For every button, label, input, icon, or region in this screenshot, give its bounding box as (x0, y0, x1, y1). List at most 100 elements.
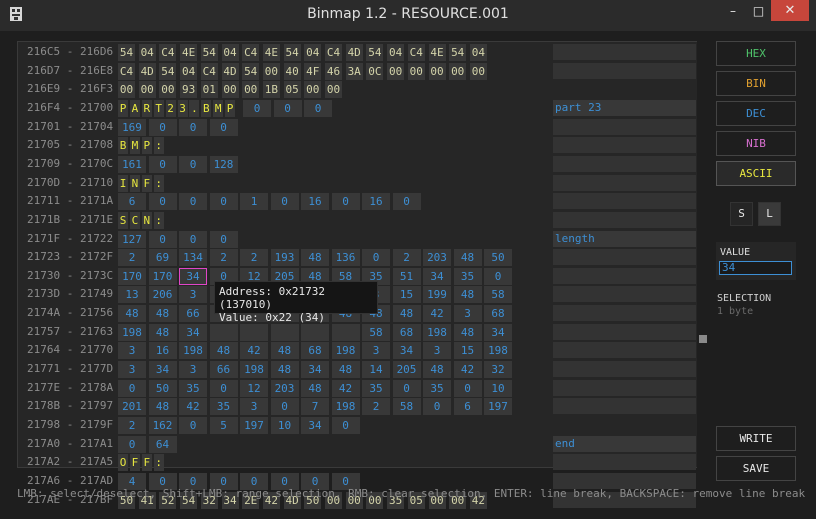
byte-cell[interactable]: 00 (262, 62, 280, 80)
byte-cell[interactable]: 46 (325, 62, 342, 80)
byte-cell[interactable]: B (118, 137, 128, 155)
byte-cell[interactable]: C (129, 211, 140, 229)
byte-cell[interactable]: 58 (362, 323, 390, 341)
byte-cell[interactable]: 3 (177, 99, 188, 117)
byte-cell[interactable]: 04 (221, 44, 239, 61)
byte-cell[interactable]: 15 (453, 342, 482, 360)
maximize-button[interactable]: □ (746, 0, 771, 21)
byte-cell[interactable]: 04 (387, 44, 405, 61)
byte-cell[interactable]: 35 (179, 379, 207, 397)
byte-cell[interactable]: 48 (453, 286, 482, 304)
byte-cell[interactable]: 48 (148, 323, 177, 341)
byte-cell[interactable]: 5 (209, 417, 238, 434)
byte-cell[interactable]: 00 (242, 81, 260, 99)
byte-cell[interactable]: 203 (270, 379, 299, 397)
bin-mode-button[interactable]: BIN (716, 71, 796, 96)
byte-cell[interactable]: B (201, 99, 212, 117)
byte-cell[interactable]: 0 (392, 379, 421, 397)
byte-cell[interactable]: 134 (179, 249, 207, 267)
byte-cell[interactable]: 42 (179, 398, 207, 416)
byte-cell[interactable]: 48 (453, 323, 482, 341)
byte-cell[interactable]: 48 (270, 342, 299, 360)
table-row[interactable]: 216F4 - 21700 P A R T 2 3. B M P 0 0 0 part 23 (18, 99, 699, 118)
byte-cell[interactable]: 3 (423, 342, 451, 360)
byte-cell[interactable]: 2 (209, 249, 238, 267)
value-input[interactable]: 34 (719, 261, 792, 275)
byte-cell[interactable]: 32 (484, 361, 512, 379)
byte-cell[interactable]: 42 (423, 305, 451, 323)
table-row[interactable]: 216C5 - 216D6 54 04 C4 4E 54 04 C4 4E 54 04 C4 4D 54 0… (18, 44, 699, 62)
byte-cell[interactable]: 54 (242, 62, 260, 80)
byte-cell[interactable]: 0 (118, 379, 146, 397)
byte-cell[interactable]: 13 (118, 286, 146, 304)
byte-cell[interactable]: 34 (179, 267, 207, 285)
byte-cell[interactable]: 16 (301, 193, 329, 211)
byte-cell[interactable]: 66 (179, 305, 207, 323)
byte-cell[interactable]: 3A (345, 62, 363, 80)
row-note[interactable] (553, 62, 696, 79)
table-row[interactable]: 21701 - 21704 169 0 0 0 (18, 118, 699, 137)
table-row[interactable]: 21771 - 2177D 3 34 3 66 198 48 34 48 14 205 48 42 32 (18, 361, 699, 379)
byte-cell[interactable]: 48 (423, 361, 451, 379)
table-row[interactable]: 217A2 - 217A5 O F F: (18, 454, 699, 472)
l-toggle-button[interactable]: L (758, 202, 781, 226)
byte-cell[interactable]: 197 (484, 398, 512, 416)
byte-cell[interactable]: 00 (325, 81, 342, 99)
row-note[interactable] (553, 155, 696, 172)
byte-cell[interactable]: C4 (242, 44, 260, 61)
byte-cell[interactable]: 2 (165, 99, 176, 117)
byte-cell[interactable]: 0 (179, 193, 207, 211)
byte-cell[interactable]: 54 (283, 44, 301, 61)
byte-cell[interactable]: 0 (148, 193, 177, 211)
byte-cell[interactable]: 3 (179, 361, 207, 379)
byte-cell[interactable]: C4 (200, 62, 218, 80)
byte-cell[interactable]: S (118, 211, 128, 229)
byte-cell[interactable]: 0 (304, 99, 332, 117)
write-button[interactable]: WRITE (716, 426, 796, 451)
byte-cell[interactable]: 198 (331, 398, 360, 416)
byte-cell[interactable]: 2 (392, 249, 421, 267)
table-row[interactable]: 21709 - 2170C 161 0 0 128 (18, 155, 699, 174)
byte-cell[interactable]: 0 (179, 118, 207, 136)
byte-cell[interactable]: : (153, 174, 164, 192)
byte-cell[interactable]: 00 (407, 62, 425, 80)
row-note[interactable] (553, 118, 696, 135)
byte-cell[interactable]: 48 (148, 398, 177, 416)
byte-cell[interactable]: 34 (484, 323, 512, 341)
byte-cell[interactable]: 206 (148, 286, 177, 304)
byte-cell[interactable]: 0 (270, 398, 299, 416)
minimize-button[interactable]: – (720, 0, 746, 21)
byte-cell[interactable]: 58 (484, 286, 512, 304)
byte-cell[interactable]: 201 (118, 398, 146, 416)
byte-cell[interactable]: N (141, 211, 152, 229)
byte-cell[interactable]: 0 (118, 435, 146, 453)
byte-cell[interactable]: 0 (331, 193, 360, 211)
byte-cell[interactable]: C4 (407, 44, 425, 61)
byte-cell[interactable]: 3 (118, 361, 146, 379)
byte-cell[interactable]: F (141, 454, 152, 472)
byte-cell[interactable]: 205 (392, 361, 421, 379)
byte-cell[interactable]: : (153, 211, 164, 229)
byte-cell[interactable]: 48 (331, 361, 360, 379)
byte-cell[interactable]: 2 (118, 249, 146, 267)
byte-cell[interactable]: 2 (118, 417, 146, 434)
byte-cell[interactable]: 48 (209, 342, 238, 360)
byte-cell[interactable]: 42 (240, 342, 268, 360)
byte-cell[interactable]: M (213, 99, 224, 117)
byte-cell[interactable]: 0 (179, 230, 207, 248)
byte-cell[interactable]: F (129, 454, 140, 472)
row-note[interactable] (553, 249, 696, 266)
byte-cell[interactable] (301, 323, 329, 341)
byte-cell[interactable]: 00 (449, 62, 467, 80)
byte-cell[interactable]: 05 (283, 81, 301, 99)
close-button[interactable]: ✕ (771, 0, 809, 21)
byte-cell[interactable]: O (118, 454, 128, 472)
byte-cell[interactable]: 40 (283, 62, 301, 80)
byte-cell[interactable]: 00 (159, 81, 177, 99)
byte-cell[interactable]: 48 (392, 305, 421, 323)
byte-cell[interactable] (209, 323, 238, 341)
byte-cell[interactable]: 48 (118, 305, 146, 323)
byte-cell[interactable]: 54 (449, 44, 467, 61)
table-row[interactable]: 21705 - 21708 B M P: (18, 137, 699, 155)
byte-cell[interactable]: 04 (304, 44, 322, 61)
